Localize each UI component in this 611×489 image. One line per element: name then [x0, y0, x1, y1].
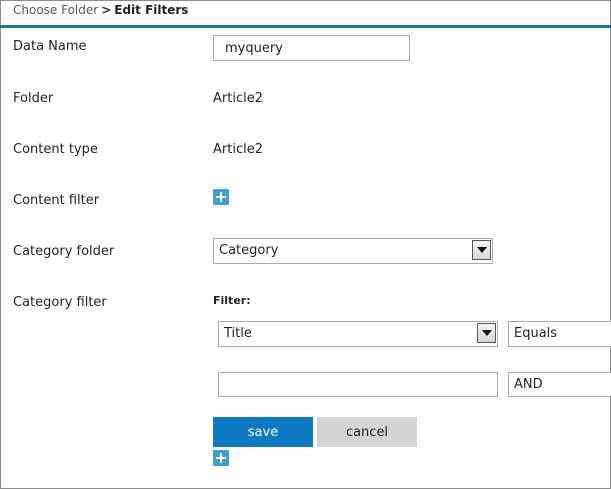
- breadcrumb: Choose Folder > Edit Filters: [13, 3, 188, 17]
- category-folder-selected: Category: [219, 243, 279, 258]
- breadcrumb-current: Edit Filters: [114, 3, 189, 17]
- add-category-filter-plus-icon[interactable]: [213, 450, 229, 466]
- chevron-down-icon[interactable]: [472, 240, 491, 260]
- cancel-button[interactable]: cancel: [317, 417, 417, 447]
- filter-value-input[interactable]: [218, 372, 498, 397]
- filter-conjunction-selected: AND: [514, 377, 543, 392]
- filter-field-selected: Title: [224, 326, 252, 341]
- folder-value: Article2: [213, 91, 263, 106]
- content-type-value: Article2: [213, 142, 263, 157]
- folder-label: Folder: [13, 91, 54, 106]
- filter-operator-select[interactable]: Equals: [508, 321, 611, 347]
- category-folder-label: Category folder: [13, 244, 115, 259]
- category-filter-label: Category filter: [13, 295, 107, 310]
- chevron-down-icon[interactable]: [477, 323, 496, 343]
- data-name-input[interactable]: [213, 35, 410, 61]
- save-button[interactable]: save: [213, 417, 313, 447]
- content-type-label: Content type: [13, 142, 98, 157]
- header-divider: [0, 25, 611, 28]
- add-content-filter-plus-icon[interactable]: [213, 189, 229, 205]
- filter-conjunction-select[interactable]: AND: [508, 372, 611, 397]
- breadcrumb-separator-icon: >: [101, 3, 112, 17]
- filter-field-select[interactable]: Title: [218, 321, 498, 347]
- data-name-label: Data Name: [13, 39, 87, 54]
- content-filter-label: Content filter: [13, 193, 100, 208]
- category-folder-select[interactable]: Category: [213, 238, 493, 264]
- filter-operator-selected: Equals: [514, 326, 558, 341]
- filter-heading: Filter:: [213, 294, 251, 307]
- breadcrumb-choose-folder[interactable]: Choose Folder: [13, 3, 98, 17]
